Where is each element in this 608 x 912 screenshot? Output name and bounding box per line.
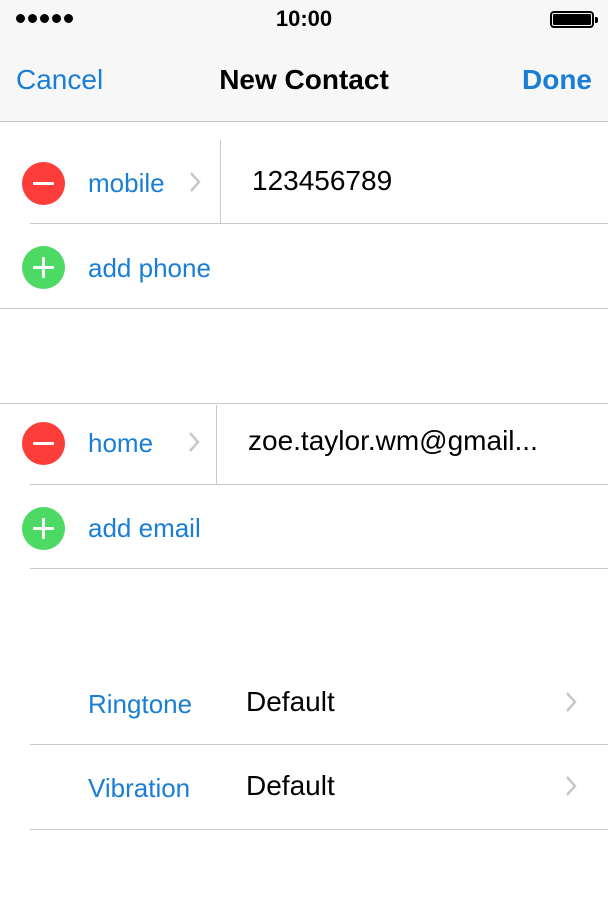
email-row: home zoe.taylor.wm@gmail...: [0, 401, 608, 485]
plus-icon: [33, 257, 54, 278]
chevron-right-icon: [566, 692, 577, 712]
ringtone-row[interactable]: Ringtone Default: [0, 660, 608, 744]
phone-row: mobile 123456789: [0, 140, 608, 224]
add-phone-row[interactable]: add phone: [0, 224, 608, 308]
delete-phone-button[interactable]: [22, 162, 65, 205]
minus-icon: [33, 182, 54, 185]
vibration-row[interactable]: Vibration Default: [0, 745, 608, 829]
phone-type-label[interactable]: mobile: [88, 168, 165, 199]
delete-email-button[interactable]: [22, 422, 65, 465]
battery-icon: [550, 11, 598, 28]
email-type-label[interactable]: home: [88, 428, 153, 459]
plus-icon: [33, 518, 54, 539]
add-email-row[interactable]: add email: [0, 485, 608, 569]
cancel-button[interactable]: Cancel: [16, 64, 103, 96]
done-button[interactable]: Done: [522, 64, 592, 96]
chevron-right-icon: [190, 172, 201, 192]
add-email-label[interactable]: add email: [88, 513, 201, 544]
chevron-right-icon: [566, 776, 577, 796]
minus-icon: [33, 442, 54, 445]
ringtone-value: Default: [246, 686, 335, 717]
vibration-label: Vibration: [88, 773, 191, 803]
email-address-field[interactable]: zoe.taylor.wm@gmail...: [248, 425, 594, 457]
phone-number-field[interactable]: 123456789: [252, 165, 592, 197]
vibration-value: Default: [246, 770, 335, 801]
navigation-bar: Cancel New Contact Done: [0, 40, 608, 122]
add-phone-label[interactable]: add phone: [88, 253, 211, 284]
ringtone-label: Ringtone: [88, 689, 193, 719]
add-phone-button[interactable]: [22, 246, 65, 289]
status-bar: 10:00: [0, 0, 608, 40]
chevron-right-icon: [189, 432, 200, 452]
add-email-button[interactable]: [22, 507, 65, 550]
status-time: 10:00: [275, 6, 333, 31]
